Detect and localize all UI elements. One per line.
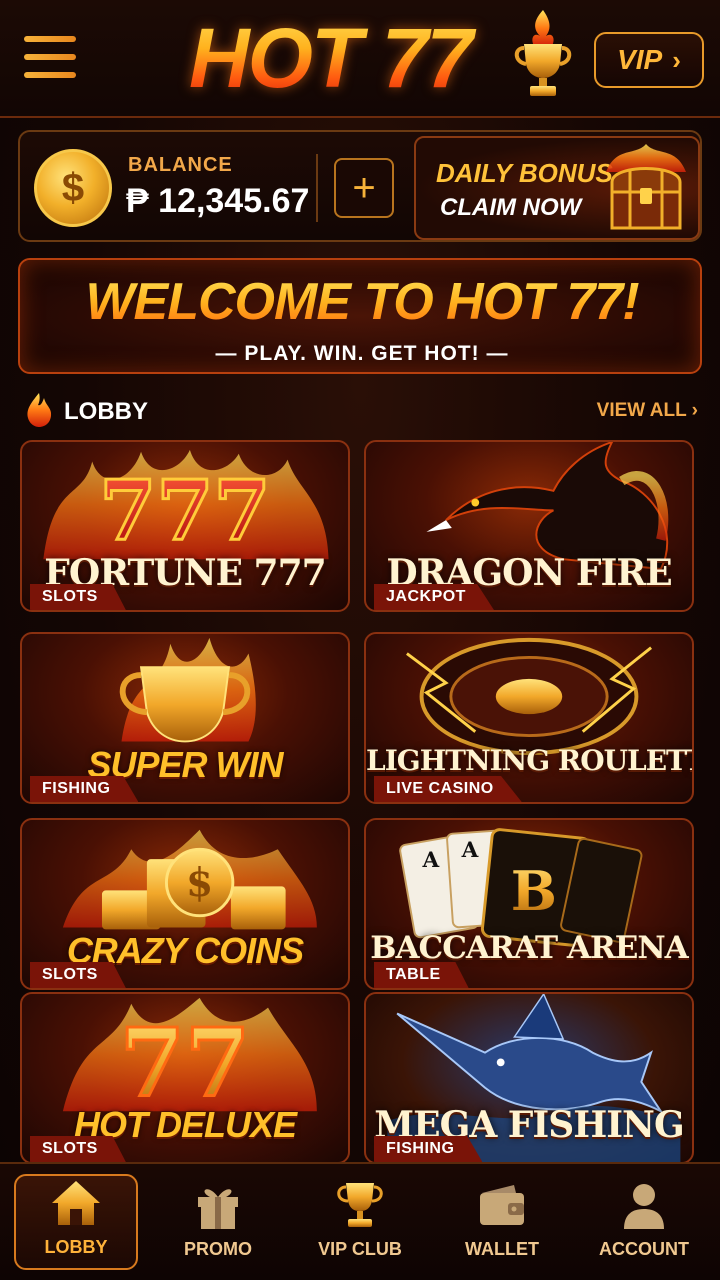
game-title: LIGHTNING ROULETTE xyxy=(366,744,694,777)
divider xyxy=(316,154,318,222)
svg-text:B: B xyxy=(511,859,557,923)
category-badge: FISHING xyxy=(30,776,139,802)
add-funds-button[interactable]: + xyxy=(334,158,394,218)
game-title: BACCARAT ARENA xyxy=(370,930,688,966)
game-card-lightning-roulette[interactable]: LIGHTNING ROULETTE LIVE CASINO xyxy=(364,632,694,804)
view-all-link[interactable]: VIEW ALL › xyxy=(597,400,698,422)
category-badge: FISHING xyxy=(374,1136,483,1162)
svg-text:777: 777 xyxy=(99,464,270,560)
game-card-fortune-777[interactable]: 777 FORTUNE 777 SLOTS xyxy=(20,440,350,612)
wallet-icon xyxy=(480,1185,524,1225)
svg-text:$: $ xyxy=(186,860,213,906)
game-card-mega-fishing[interactable]: MEGA FISHING FISHING xyxy=(364,992,694,1164)
balance-label: BALANCE xyxy=(128,154,233,176)
nav-account[interactable]: ACCOUNT xyxy=(582,1174,706,1270)
lobby-section-header: LOBBY VIEW ALL › xyxy=(22,390,698,430)
category-badge: SLOTS xyxy=(30,1136,126,1162)
nav-label: PROMO xyxy=(183,1239,252,1259)
nav-label: VIP CLUB xyxy=(318,1239,402,1259)
category-badge: LIVE CASINO xyxy=(374,776,522,802)
app-logo: HOT 77 xyxy=(140,8,520,108)
lobby-title: LOBBY xyxy=(64,398,148,425)
game-card-baccarat-arena[interactable]: A A B BACCARAT ARENA TABLE xyxy=(364,818,694,990)
daily-bonus-button[interactable]: DAILY BONUS CLAIM NOW xyxy=(414,136,700,240)
daily-bonus-title: DAILY BONUS xyxy=(436,158,613,188)
nav-label: WALLET xyxy=(465,1239,539,1259)
svg-text:A: A xyxy=(422,848,440,873)
game-card-crazy-coins[interactable]: $ CRAZY COINS SLOTS xyxy=(20,818,350,990)
nav-wallet[interactable]: WALLET xyxy=(440,1174,564,1270)
coin-icon: $ xyxy=(34,149,112,227)
app-header: HOT 77 VIP › xyxy=(0,0,720,118)
category-badge: SLOTS xyxy=(30,584,126,610)
menu-icon[interactable] xyxy=(24,36,76,78)
category-badge: JACKPOT xyxy=(374,584,494,610)
vip-button[interactable]: VIP › xyxy=(594,32,704,88)
game-card-hot-deluxe[interactable]: 77 HOT DELUXE SLOTS xyxy=(20,992,350,1164)
home-icon xyxy=(52,1181,100,1225)
category-badge: TABLE xyxy=(374,962,469,988)
nav-promo[interactable]: PROMO xyxy=(156,1174,280,1270)
category-badge: SLOTS xyxy=(30,962,126,988)
nav-label: ACCOUNT xyxy=(599,1239,689,1259)
balance-value: ₱ 12,345.67 xyxy=(126,182,310,220)
flaming-trophy-icon xyxy=(514,10,572,96)
svg-text:A: A xyxy=(461,838,479,863)
user-icon xyxy=(624,1184,664,1229)
balance-bar: $ BALANCE ₱ 12,345.67 + DAILY BONUS CLAI… xyxy=(18,130,702,242)
welcome-subtitle: — PLAY. WIN. GET HOT! — xyxy=(215,342,509,365)
flame-icon xyxy=(27,393,52,427)
trophy-icon xyxy=(337,1183,383,1227)
vip-label: VIP xyxy=(617,44,663,75)
bottom-navigation: LOBBY PROMO VIP CLUB WALLET ACCOUNT xyxy=(0,1162,720,1280)
nav-lobby[interactable]: LOBBY xyxy=(14,1174,138,1270)
game-card-super-win[interactable]: SUPER WIN FISHING xyxy=(20,632,350,804)
svg-text:77: 77 xyxy=(120,1009,250,1119)
treasure-chest-icon xyxy=(606,144,686,230)
welcome-title: WELCOME TO HOT 77! xyxy=(20,272,704,332)
claim-now-label: CLAIM NOW xyxy=(440,194,582,221)
welcome-banner[interactable]: WELCOME TO HOT 77! — PLAY. WIN. GET HOT!… xyxy=(18,258,702,374)
gift-icon xyxy=(198,1189,238,1229)
nav-vip-club[interactable]: VIP CLUB xyxy=(298,1174,422,1270)
game-card-dragon-fire[interactable]: DRAGON FIRE JACKPOT xyxy=(364,440,694,612)
chevron-right-icon: › xyxy=(672,44,681,75)
nav-label: LOBBY xyxy=(44,1237,108,1257)
